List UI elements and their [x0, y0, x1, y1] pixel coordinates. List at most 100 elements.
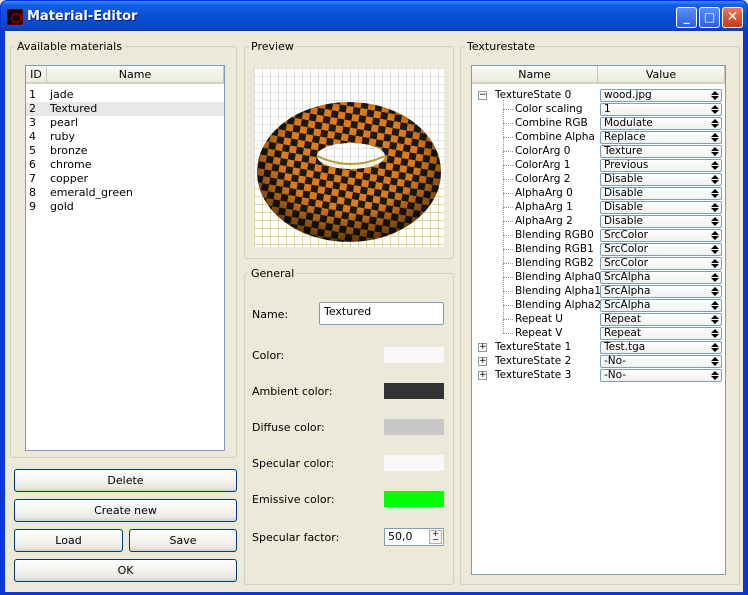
tree-item-name[interactable]: Repeat U: [515, 312, 563, 326]
tree-connector: [503, 137, 513, 138]
spin-arrows-icon: [710, 118, 719, 129]
tree-item-value-combo[interactable]: Disable: [600, 173, 722, 186]
list-item[interactable]: 9 gold: [26, 200, 224, 214]
close-icon: ✕: [726, 9, 739, 25]
emissive-color-swatch[interactable]: [384, 491, 444, 507]
tree-item-value-combo[interactable]: 1: [600, 103, 722, 116]
create-new-button[interactable]: Create new: [14, 499, 237, 522]
column-header-name[interactable]: Name: [47, 66, 224, 84]
tree-item-name[interactable]: TextureState 3: [495, 368, 571, 382]
tree-item-value-combo[interactable]: Disable: [600, 187, 722, 200]
tree-item-name[interactable]: Blending Alpha0: [515, 270, 601, 284]
material-name: bronze: [50, 144, 88, 157]
tree-item-name[interactable]: TextureState 1: [495, 340, 571, 354]
tree-item-name[interactable]: Blending RGB2: [515, 256, 594, 270]
tree-item-value: Disable: [604, 201, 643, 213]
load-button[interactable]: Load: [14, 529, 123, 552]
list-item[interactable]: 4 ruby: [26, 130, 224, 144]
available-materials-label: Available materials: [17, 40, 122, 53]
tree-item-name[interactable]: Blending Alpha1: [515, 284, 601, 298]
color-swatch[interactable]: [384, 347, 444, 363]
tree-connector: [503, 305, 513, 306]
spin-arrows-icon[interactable]: + −: [429, 530, 442, 544]
ambient-color-swatch[interactable]: [384, 383, 444, 399]
collapse-icon[interactable]: −: [478, 91, 487, 100]
tree-item-value-combo[interactable]: Test.tga: [600, 341, 722, 354]
ok-button[interactable]: OK: [14, 559, 237, 582]
column-header-tree-value[interactable]: Value: [598, 66, 725, 84]
tree-item-name[interactable]: TextureState 2: [495, 354, 571, 368]
close-button[interactable]: ✕: [722, 7, 743, 28]
tree-item-value-combo[interactable]: Repeat: [600, 313, 722, 326]
tree-item-value-combo[interactable]: Disable: [600, 201, 722, 214]
tree-item-value-combo[interactable]: Previous: [600, 159, 722, 172]
tree-item-value-combo[interactable]: SrcAlpha: [600, 299, 722, 312]
expand-icon[interactable]: +: [478, 357, 487, 366]
tree-item-name[interactable]: ColorArg 1: [515, 158, 570, 172]
texturestate-tree[interactable]: Name Value TextureState 0 wood.jpg − Color …: [471, 65, 726, 575]
tree-item-value-combo[interactable]: Repeat: [600, 327, 722, 340]
list-item[interactable]: 7 copper: [26, 172, 224, 186]
list-item[interactable]: 2 Textured: [26, 102, 224, 116]
list-item[interactable]: 3 pearl: [26, 116, 224, 130]
tree-item-value-combo[interactable]: SrcColor: [600, 257, 722, 270]
spin-arrows-icon: [710, 104, 719, 115]
list-item[interactable]: 1 jade: [26, 88, 224, 102]
tree-connector: [503, 319, 513, 320]
tree-item-name[interactable]: AlphaArg 0: [515, 186, 573, 200]
tree-item-name[interactable]: Blending RGB1: [515, 242, 594, 256]
list-item[interactable]: 6 chrome: [26, 158, 224, 172]
specular-color-label: Specular color:: [252, 457, 335, 470]
material-name-input[interactable]: Textured: [319, 302, 444, 325]
spin-arrows-icon: [710, 286, 719, 297]
minimize-button[interactable]: _: [676, 7, 697, 28]
material-editor-window: Material-Editor _ □ ✕ Available material…: [0, 0, 748, 595]
tree-item-name[interactable]: TextureState 0: [495, 88, 571, 102]
texturestate-label: Texturestate: [467, 40, 536, 53]
spin-arrows-icon: [710, 370, 719, 381]
tree-item-value-combo[interactable]: SrcColor: [600, 229, 722, 242]
column-header-id[interactable]: ID: [26, 66, 47, 84]
specular-factor-spinbox[interactable]: 50,0 + −: [384, 528, 444, 546]
material-id: 3: [29, 116, 36, 129]
tree-item-value-combo[interactable]: -No-: [600, 355, 722, 368]
material-id: 4: [29, 130, 36, 143]
diffuse-color-swatch[interactable]: [384, 419, 444, 435]
maximize-button[interactable]: □: [699, 7, 720, 28]
save-button[interactable]: Save: [129, 529, 237, 552]
expand-icon[interactable]: +: [478, 343, 487, 352]
tree-item-name[interactable]: Combine Alpha: [515, 130, 595, 144]
expand-icon[interactable]: +: [478, 371, 487, 380]
tree-item-value-combo[interactable]: -No-: [600, 369, 722, 382]
name-label: Name:: [252, 308, 289, 321]
material-id: 8: [29, 186, 36, 199]
tree-item-value-combo[interactable]: SrcColor: [600, 243, 722, 256]
tree-item-name[interactable]: Blending RGB0: [515, 228, 594, 242]
tree-item-name[interactable]: AlphaArg 1: [515, 200, 573, 214]
tree-item-name[interactable]: Color scaling: [515, 102, 583, 116]
tree-item-value-combo[interactable]: Replace: [600, 131, 722, 144]
list-item[interactable]: 5 bronze: [26, 144, 224, 158]
preview-viewport[interactable]: [254, 68, 444, 247]
tree-connector: [503, 151, 513, 152]
materials-list[interactable]: ID Name 1 jade 2 Textured 3 pearl 4 ruby 5 bronze…: [25, 65, 225, 451]
specular-color-swatch[interactable]: [384, 455, 444, 471]
tree-item-value-combo[interactable]: SrcAlpha: [600, 271, 722, 284]
delete-button[interactable]: Delete: [14, 469, 237, 492]
tree-item-name[interactable]: AlphaArg 2: [515, 214, 573, 228]
title-bar[interactable]: Material-Editor _ □ ✕: [1, 1, 747, 31]
tree-item-value-combo[interactable]: Disable: [600, 215, 722, 228]
tree-item-value-combo[interactable]: SrcAlpha: [600, 285, 722, 298]
tree-item-name[interactable]: Combine RGB: [515, 116, 588, 130]
tree-item-name[interactable]: Repeat V: [515, 326, 562, 340]
tree-item-value-combo[interactable]: Modulate: [600, 117, 722, 130]
tree-item-name[interactable]: ColorArg 2: [515, 172, 570, 186]
list-item[interactable]: 8 emerald_green: [26, 186, 224, 200]
tree-item-value-combo[interactable]: Texture: [600, 145, 722, 158]
material-name: copper: [50, 172, 89, 185]
column-header-tree-name[interactable]: Name: [472, 66, 598, 84]
tree-item-value-combo[interactable]: wood.jpg: [600, 89, 722, 102]
spin-arrows-icon: [710, 216, 719, 227]
tree-item-name[interactable]: Blending Alpha2: [515, 298, 601, 312]
tree-item-name[interactable]: ColorArg 0: [515, 144, 570, 158]
